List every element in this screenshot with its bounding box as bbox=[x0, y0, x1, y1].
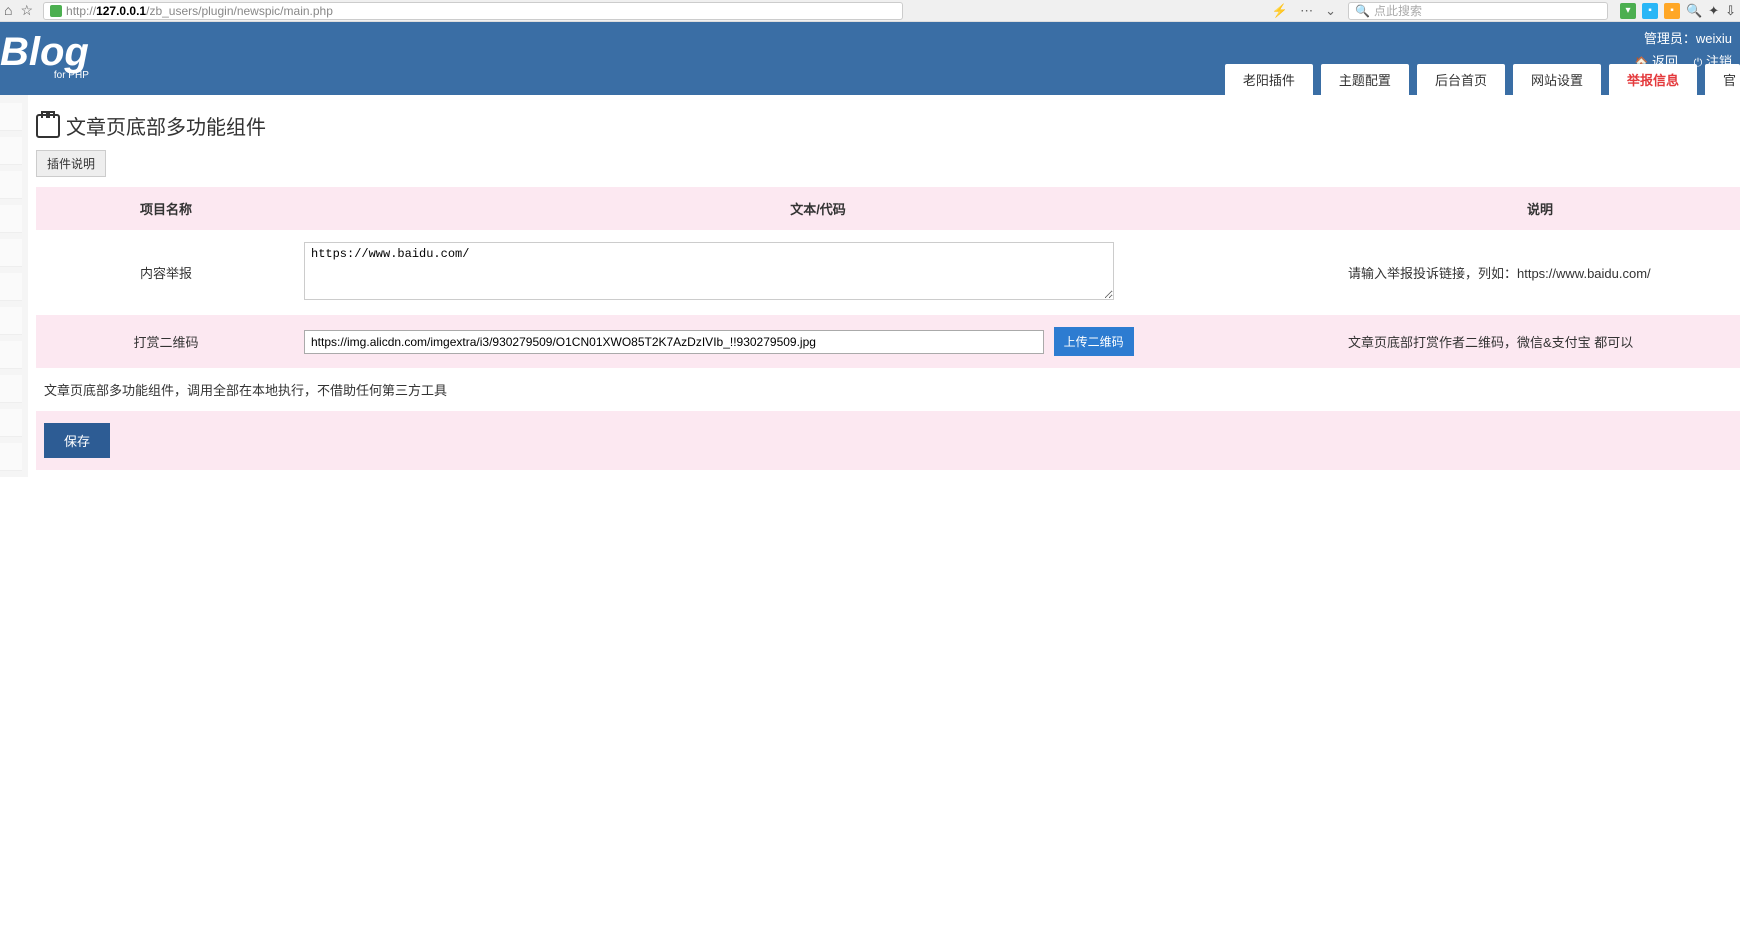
ext-shield-icon[interactable]: ▾ bbox=[1620, 3, 1636, 19]
sidebar-item[interactable] bbox=[0, 103, 22, 131]
app-header: Blog for PHP 管理员：weixiu 🏠 返回 ⏻ 注销 老阳插件 主… bbox=[0, 22, 1740, 95]
url-text: http://127.0.0.1/zb_users/plugin/newspic… bbox=[66, 4, 333, 18]
tab-theme-config[interactable]: 主题配置 bbox=[1321, 64, 1409, 95]
nav-icons-group: ⌂ ☆ bbox=[4, 2, 33, 19]
sidebar-item[interactable] bbox=[0, 375, 22, 403]
upload-qrcode-button[interactable]: 上传二维码 bbox=[1054, 327, 1134, 356]
main-content: 文章页底部多功能组件 插件说明 项目名称 文本/代码 说明 内容举报 请输入举报… bbox=[28, 95, 1740, 477]
row-desc: 请输入举报投诉链接，列如：https://www.baidu.com/ bbox=[1340, 230, 1740, 315]
sidebar-item[interactable] bbox=[0, 137, 22, 165]
tab-laoyang-plugin[interactable]: 老阳插件 bbox=[1225, 64, 1313, 95]
row-input-cell bbox=[296, 230, 1340, 315]
plugin-desc-button[interactable]: 插件说明 bbox=[36, 150, 106, 177]
home-icon[interactable]: ⌂ bbox=[4, 2, 12, 19]
save-row: 保存 bbox=[36, 411, 1740, 470]
row-name: 打赏二维码 bbox=[36, 315, 296, 368]
config-table: 项目名称 文本/代码 说明 内容举报 请输入举报投诉链接，列如：https://… bbox=[36, 187, 1740, 470]
ext-puzzle-icon[interactable]: ✦ bbox=[1708, 3, 1719, 19]
chevron-down-icon[interactable]: ⌄ bbox=[1325, 3, 1336, 19]
sidebar-item[interactable] bbox=[0, 443, 22, 471]
sidebar-item[interactable] bbox=[0, 307, 22, 335]
star-icon[interactable]: ☆ bbox=[20, 2, 33, 19]
page-title-text: 文章页底部多功能组件 bbox=[66, 111, 266, 140]
logo: Blog for PHP bbox=[0, 22, 89, 95]
report-link-textarea[interactable] bbox=[304, 242, 1114, 300]
qrcode-url-input[interactable] bbox=[304, 330, 1044, 354]
ext-download-icon[interactable]: ⇩ bbox=[1725, 3, 1736, 19]
browser-search[interactable]: 🔍 点此搜索 bbox=[1348, 2, 1608, 20]
table-header-row: 项目名称 文本/代码 说明 bbox=[36, 187, 1740, 230]
admin-label: 管理员：weixiu bbox=[1623, 28, 1740, 47]
row-input-cell: 上传二维码 bbox=[296, 315, 1340, 368]
th-code: 文本/代码 bbox=[296, 187, 1340, 230]
tab-admin-home[interactable]: 后台首页 bbox=[1417, 64, 1505, 95]
sidebar-item[interactable] bbox=[0, 205, 22, 233]
table-row: 打赏二维码 上传二维码 文章页底部打赏作者二维码，微信&支付宝 都可以 bbox=[36, 315, 1740, 368]
sidebar-item[interactable] bbox=[0, 341, 22, 369]
sidebar-item[interactable] bbox=[0, 409, 22, 437]
search-icon: 🔍 bbox=[1355, 4, 1370, 18]
browser-toolbar: ⌂ ☆ http://127.0.0.1/zb_users/plugin/new… bbox=[0, 0, 1740, 22]
ext-orange-icon[interactable]: ▪ bbox=[1664, 3, 1680, 19]
ext-blue-icon[interactable]: ▪ bbox=[1642, 3, 1658, 19]
logo-main: Blog bbox=[0, 32, 89, 72]
flash-icon[interactable]: ⚡ bbox=[1272, 3, 1288, 19]
note-text: 文章页底部多功能组件，调用全部在本地执行，不借助任何第三方工具 bbox=[36, 368, 1740, 411]
url-bar[interactable]: http://127.0.0.1/zb_users/plugin/newspic… bbox=[43, 2, 903, 20]
browser-actions: ⚡ ⋯ ⌄ 🔍 点此搜索 ▾ ▪ ▪ 🔍 ✦ ⇩ bbox=[1272, 2, 1736, 20]
th-name: 项目名称 bbox=[36, 187, 296, 230]
th-desc: 说明 bbox=[1340, 187, 1740, 230]
page-title: 文章页底部多功能组件 bbox=[36, 111, 1740, 140]
ext-search-icon[interactable]: 🔍 bbox=[1686, 3, 1702, 19]
row-desc: 文章页底部打赏作者二维码，微信&支付宝 都可以 bbox=[1340, 315, 1740, 368]
save-button[interactable]: 保存 bbox=[44, 423, 110, 458]
table-row: 内容举报 请输入举报投诉链接，列如：https://www.baidu.com/ bbox=[36, 230, 1740, 315]
search-placeholder: 点此搜索 bbox=[1374, 2, 1422, 19]
lock-icon bbox=[50, 5, 62, 17]
tab-site-settings[interactable]: 网站设置 bbox=[1513, 64, 1601, 95]
tab-official[interactable]: 官 bbox=[1705, 64, 1740, 95]
extension-icons: ▾ ▪ ▪ 🔍 ✦ ⇩ bbox=[1620, 3, 1736, 19]
note-row: 文章页底部多功能组件，调用全部在本地执行，不借助任何第三方工具 bbox=[36, 368, 1740, 411]
row-name: 内容举报 bbox=[36, 230, 296, 315]
sidebar-item[interactable] bbox=[0, 171, 22, 199]
tab-bar: 老阳插件 主题配置 后台首页 网站设置 举报信息 官 bbox=[1225, 64, 1740, 95]
calendar-icon bbox=[36, 114, 60, 138]
sidebar-item[interactable] bbox=[0, 273, 22, 301]
tab-report-info[interactable]: 举报信息 bbox=[1609, 64, 1697, 95]
more-icon[interactable]: ⋯ bbox=[1300, 3, 1313, 19]
left-sidebar bbox=[0, 95, 28, 477]
sidebar-item[interactable] bbox=[0, 239, 22, 267]
